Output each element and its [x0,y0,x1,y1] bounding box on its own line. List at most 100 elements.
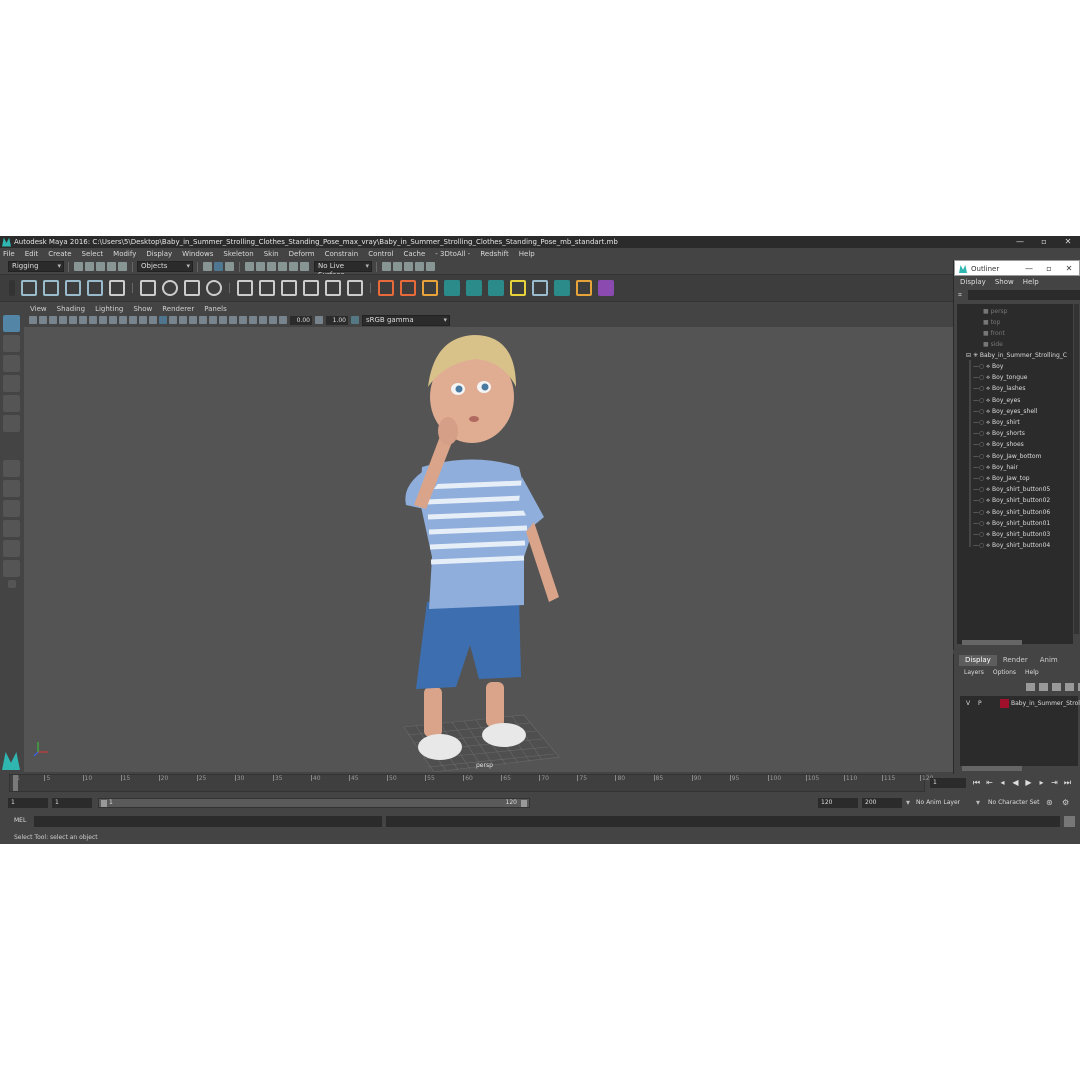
3d-viewport[interactable]: persp [24,327,953,772]
time-slider[interactable]: 1510152025303540455055606570758085909510… [0,772,953,794]
cluster-icon[interactable] [162,280,178,296]
minimize-button[interactable]: — [1008,236,1032,248]
four-view-layout-icon[interactable] [3,480,20,497]
open-scene-icon[interactable] [85,262,94,271]
auto-key-icon[interactable]: ⊛ [1046,798,1053,807]
range-slider[interactable]: 1 120 [98,798,530,808]
snap-curve-icon[interactable] [256,262,265,271]
color-space-dropdown[interactable]: sRGB gamma [362,314,450,326]
restore-button[interactable]: ▫ [1032,236,1056,248]
outliner-horizontal-scrollbar[interactable] [962,640,1022,645]
menuset-dropdown[interactable]: Rigging [8,261,64,272]
render-settings-icon[interactable] [415,262,424,271]
select-tool-icon[interactable] [3,315,20,332]
single-perspective-layout-icon[interactable] [3,460,20,477]
gamma-field[interactable]: 1.00 [326,315,348,325]
outliner-close-button[interactable]: ✕ [1059,261,1079,277]
maya-tool-icon-2[interactable] [466,280,482,296]
outliner-minimize-button[interactable]: — [1019,261,1039,277]
snap-view-icon[interactable] [278,262,287,271]
outliner-vertical-scrollbar[interactable] [1074,304,1079,634]
select-object-icon[interactable] [214,262,223,271]
bind-skin-icon[interactable] [532,280,548,296]
field-chart-icon[interactable] [109,316,117,324]
tab-display[interactable]: Display [959,655,997,666]
anim-layer-menu-icon[interactable]: ▾ [906,798,910,807]
step-forward-frame-button[interactable]: ▸ [1035,777,1048,789]
panel-menu-lighting[interactable]: Lighting [95,305,123,313]
paint-select-tool-icon[interactable] [3,355,20,372]
layer-color-swatch[interactable] [1000,699,1009,708]
character-set-menu-icon[interactable]: ▾ [976,798,980,807]
color-management-icon[interactable] [351,316,359,324]
outliner-menu-display[interactable]: Display [960,278,986,286]
menu-windows[interactable]: Windows [182,250,213,258]
step-back-frame-button[interactable]: ◂ [996,777,1009,789]
layers-menu-options[interactable]: Options [993,669,1016,676]
save-scene-icon[interactable] [96,262,105,271]
parent-constraint-icon[interactable] [325,280,341,296]
new-layer-icon[interactable] [1052,683,1061,691]
step-back-key-button[interactable]: ⇤ [983,777,996,789]
scale-constraint-icon[interactable] [303,280,319,296]
smooth-shade-icon[interactable] [149,316,157,324]
start-time-field[interactable]: 1 [8,798,48,808]
menu-help[interactable]: Help [519,250,535,258]
exposure-field[interactable]: 0.00 [290,315,312,325]
hypershade-icon[interactable] [426,262,435,271]
menu-control[interactable]: Control [368,250,393,258]
panel-menu-view[interactable]: View [30,305,47,313]
outliner-maximize-button[interactable]: ▫ [1039,261,1059,277]
film-gate-icon[interactable] [79,316,87,324]
screen-space-ao-icon[interactable] [199,316,207,324]
exposure-icon[interactable] [279,316,287,324]
maya-tool-icon-4[interactable] [554,280,570,296]
sculpt-deformer-icon[interactable] [206,280,222,296]
outliner-search-input[interactable] [968,290,1080,300]
shelf-handle[interactable] [9,280,15,296]
snap-grid-icon[interactable] [245,262,254,271]
blend-shape-icon[interactable] [576,280,592,296]
menu-redshift[interactable]: Redshift [480,250,508,258]
menu-select[interactable]: Select [82,250,104,258]
resolution-gate-icon[interactable] [89,316,97,324]
layer-playback-toggle[interactable]: P [978,698,982,709]
tab-render[interactable]: Render [997,655,1034,666]
menu-display[interactable]: Display [146,250,172,258]
menu-constrain[interactable]: Constrain [325,250,359,258]
anim-end-field[interactable]: 120 [818,798,858,808]
menu-create[interactable]: Create [48,250,71,258]
shadows-icon[interactable] [189,316,197,324]
layer-horizontal-scrollbar[interactable] [962,766,1022,771]
multisample-icon[interactable] [219,316,227,324]
layers-menu-layers[interactable]: Layers [964,669,984,676]
panel-menu-renderer[interactable]: Renderer [162,305,194,313]
lasso-tool-icon[interactable] [3,335,20,352]
menu-modify[interactable]: Modify [113,250,136,258]
go-to-end-button[interactable]: ⏭ [1061,777,1074,789]
locator-icon[interactable] [378,280,394,296]
select-camera-icon[interactable] [29,316,37,324]
panel-menu-show[interactable]: Show [133,305,152,313]
outliner-menu-help[interactable]: Help [1023,278,1039,286]
grid-icon[interactable] [69,316,77,324]
bookmark-icon[interactable] [49,316,57,324]
move-layer-down-icon[interactable] [1039,683,1048,691]
move-tool-icon[interactable] [3,375,20,392]
snap-point-icon[interactable] [267,262,276,271]
safe-action-icon[interactable] [119,316,127,324]
menu-skin[interactable]: Skin [264,250,279,258]
new-scene-icon[interactable] [74,262,83,271]
go-to-start-button[interactable]: ⏮ [970,777,983,789]
selection-mode-dropdown[interactable]: Objects [137,261,193,272]
render-view-icon[interactable] [382,262,391,271]
play-backwards-button[interactable]: ◀ [1009,777,1022,789]
menu-file[interactable]: File [3,250,15,258]
filter-icon[interactable]: ⌗ [958,291,962,300]
range-start-handle[interactable] [101,800,107,807]
close-button[interactable]: ✕ [1056,236,1080,248]
panel-menu-panels[interactable]: Panels [204,305,227,313]
wireframe-on-shaded-icon[interactable] [159,316,167,324]
maya-tool-icon-3[interactable] [488,280,504,296]
isolate-select-icon[interactable] [239,316,247,324]
